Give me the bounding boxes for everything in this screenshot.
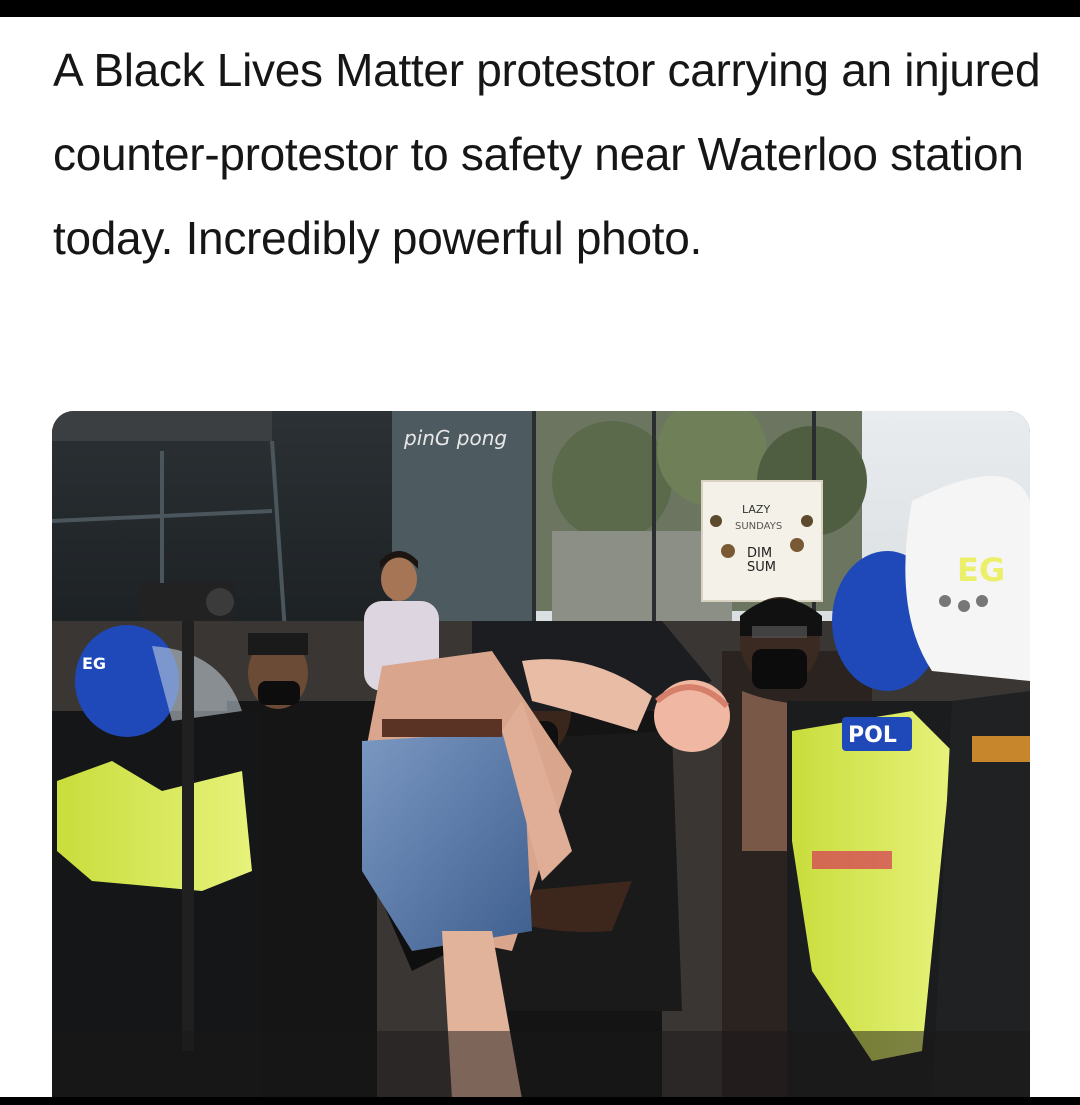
svg-text:EG: EG (82, 654, 106, 673)
svg-text:DIM: DIM (747, 546, 772, 561)
post-caption: A Black Lives Matter protestor carrying … (53, 44, 1041, 264)
dim-sum-poster: LAZY SUNDAYS DIM SUM (701, 480, 823, 602)
bottom-black-bar (0, 1097, 1080, 1105)
svg-text:POL: POL (848, 723, 897, 748)
svg-text:LAZY: LAZY (742, 503, 770, 516)
svg-text:SUNDAYS: SUNDAYS (735, 521, 782, 532)
top-black-bar (0, 0, 1080, 17)
photo-scene: pinG pong LAZY SUNDAYS DIM SUM EG POL EG (52, 411, 1030, 1099)
news-photo[interactable]: pinG pong LAZY SUNDAYS DIM SUM EG POL EG (52, 411, 1030, 1099)
injured-head (654, 680, 730, 752)
svg-text:SUM: SUM (747, 560, 776, 575)
storefront-sign: pinG pong (403, 426, 507, 450)
svg-text:EG: EG (957, 551, 1005, 589)
camera-tripod (182, 621, 194, 1051)
